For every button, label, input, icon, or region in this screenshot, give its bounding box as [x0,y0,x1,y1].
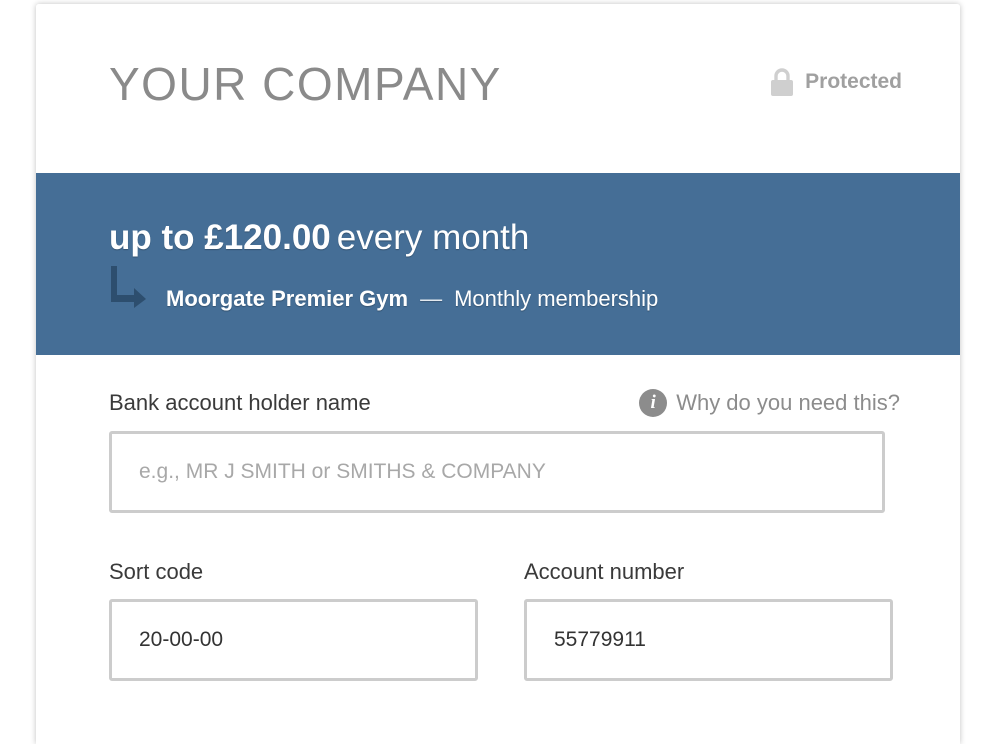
merchant-name: Moorgate Premier Gym [166,286,409,311]
payment-card: YOUR COMPANY Protected up to £120.00 ever… [36,4,960,744]
why-need-this-link[interactable]: i Why do you need this? [639,389,900,417]
protected-indicator: Protected [771,68,902,96]
return-arrow-icon [111,266,146,308]
info-icon: i [639,389,668,417]
why-need-this-label: Why do you need this? [676,390,900,415]
plan-summary-band: up to £120.00 every month Moorgate Premie… [36,173,960,355]
sort-code-input[interactable] [109,599,478,681]
account-number-label: Account number [524,559,685,584]
header: YOUR COMPANY Protected [36,4,960,173]
holder-name-input[interactable] [109,431,885,513]
plan-amount: up to £120.00 [109,218,331,257]
protected-label: Protected [805,70,902,93]
holder-name-label: Bank account holder name [109,390,371,415]
plan-description: Monthly membership [454,286,659,311]
company-name: YOUR COMPANY [109,58,502,110]
plan-merchant-line: Moorgate Premier Gym — Monthly membership [166,285,658,313]
lock-icon [771,68,794,96]
plan-frequency: every month [336,218,530,257]
separator-dash: — [420,286,443,311]
sort-code-label: Sort code [109,559,204,584]
bank-details-form: Bank account holder name i Why do you ne… [36,355,960,744]
plan-amount-line: up to £120.00 every month [109,217,529,259]
account-number-input[interactable] [524,599,893,681]
